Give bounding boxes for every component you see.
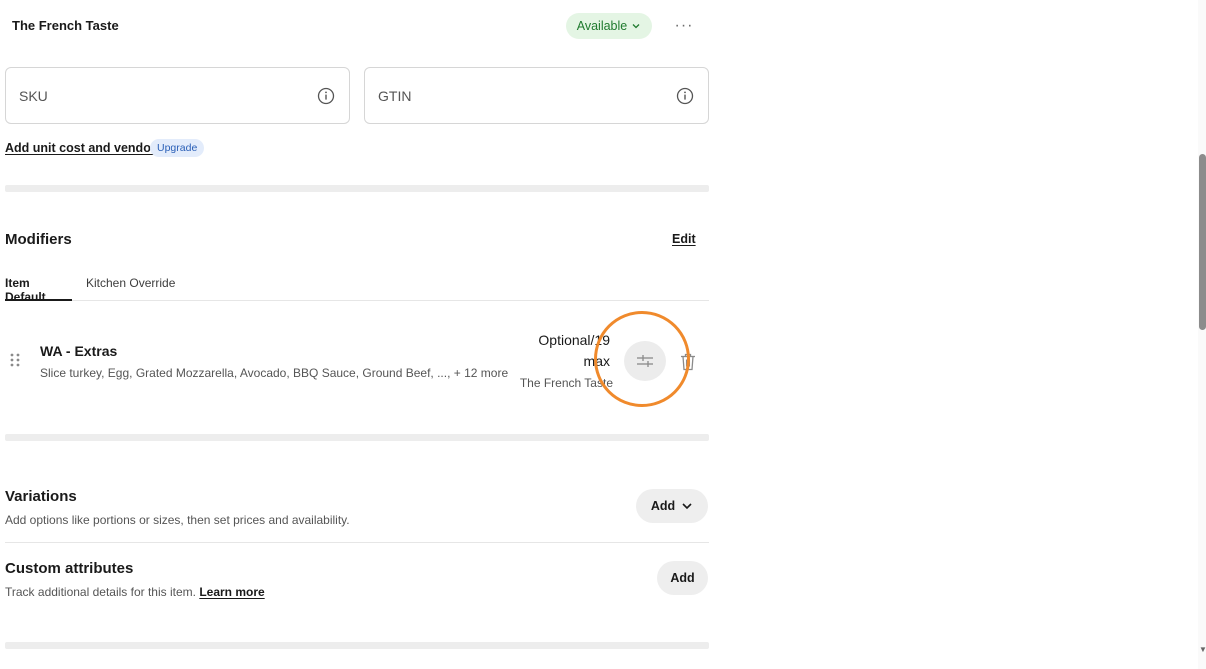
variations-title: Variations bbox=[5, 488, 77, 505]
sku-field-container bbox=[5, 67, 350, 124]
more-options-button[interactable]: ··· bbox=[668, 13, 700, 39]
section-divider bbox=[5, 185, 709, 192]
section-divider bbox=[5, 642, 709, 649]
row-divider bbox=[5, 542, 709, 543]
gtin-field-container bbox=[364, 67, 709, 124]
custom-attributes-description: Track additional details for this item. … bbox=[5, 585, 265, 599]
location-name: The French Taste bbox=[12, 18, 119, 33]
delete-modifier-button[interactable] bbox=[677, 351, 699, 373]
more-options-icon: ··· bbox=[674, 17, 694, 34]
tab-kitchen-override[interactable]: Kitchen Override bbox=[86, 276, 175, 301]
add-variation-button[interactable]: Add bbox=[636, 489, 708, 523]
availability-status-label: Available bbox=[576, 19, 628, 33]
variations-description: Add options like portions or sizes, then… bbox=[5, 513, 350, 527]
availability-status-button[interactable]: Available bbox=[566, 13, 652, 39]
modifier-name: WA - Extras bbox=[40, 343, 118, 359]
upgrade-badge: Upgrade bbox=[150, 139, 205, 157]
modifier-rule-max: max bbox=[583, 353, 610, 369]
scrollbar-thumb[interactable] bbox=[1199, 154, 1206, 330]
chevron-down-icon bbox=[632, 24, 640, 29]
section-divider bbox=[5, 434, 709, 441]
sliders-icon bbox=[637, 355, 653, 367]
add-custom-attribute-button[interactable]: Add bbox=[657, 561, 708, 595]
add-unit-cost-link[interactable]: Add unit cost and vendor bbox=[5, 141, 156, 155]
chevron-down-icon bbox=[682, 503, 692, 510]
scrollbar-track[interactable] bbox=[1198, 0, 1206, 669]
modifier-rule: Optional/19 bbox=[538, 332, 610, 348]
sku-input[interactable] bbox=[19, 87, 317, 104]
learn-more-link[interactable]: Learn more bbox=[199, 585, 264, 599]
custom-attributes-description-text: Track additional details for this item. bbox=[5, 585, 196, 599]
scroll-down-arrow-icon[interactable]: ▼ bbox=[1199, 646, 1206, 654]
adjust-modifier-button[interactable] bbox=[624, 341, 666, 381]
edit-modifiers-link[interactable]: Edit bbox=[672, 232, 696, 246]
modifier-tabs: Item Default Kitchen Override bbox=[5, 276, 709, 304]
modifiers-title: Modifiers bbox=[5, 231, 72, 248]
add-variation-label: Add bbox=[650, 499, 676, 513]
add-custom-attribute-label: Add bbox=[670, 571, 695, 585]
modifier-options: Slice turkey, Egg, Grated Mozzarella, Av… bbox=[40, 366, 509, 380]
tab-item-default[interactable]: Item Default bbox=[5, 276, 72, 304]
trash-icon bbox=[681, 353, 695, 371]
custom-attributes-title: Custom attributes bbox=[5, 560, 134, 577]
info-icon[interactable] bbox=[676, 87, 694, 105]
drag-handle-icon[interactable] bbox=[9, 352, 21, 368]
gtin-input[interactable] bbox=[378, 87, 676, 104]
modifier-location: The French Taste bbox=[519, 376, 613, 390]
info-icon[interactable] bbox=[317, 87, 335, 105]
